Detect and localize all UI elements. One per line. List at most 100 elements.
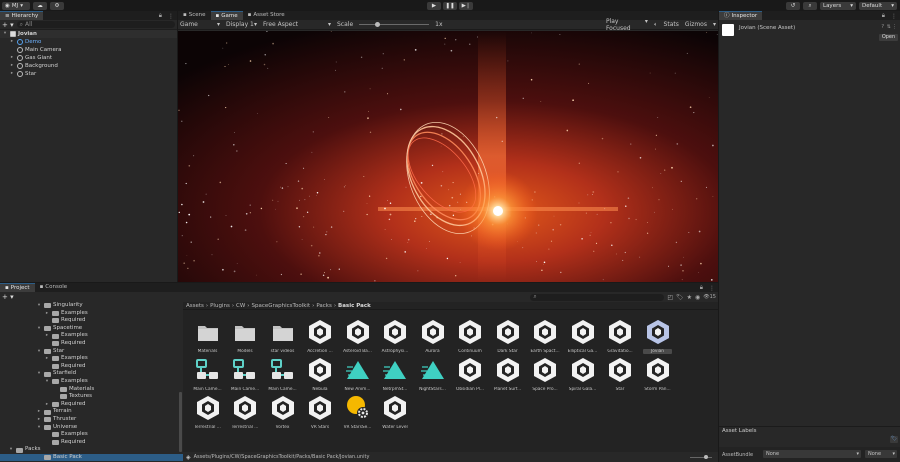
- tab-scene[interactable]: ▪ Scene: [178, 11, 211, 20]
- tree-item[interactable]: ▸ Examples: [0, 310, 183, 318]
- more-icon[interactable]: ⋮: [706, 285, 718, 292]
- tree-item[interactable]: ▾ Spacetime: [0, 325, 183, 333]
- sliders-icon[interactable]: ⇅: [887, 24, 891, 30]
- history-button[interactable]: ↺: [786, 1, 800, 10]
- tree-item[interactable]: Materials: [0, 386, 183, 394]
- expand-arrow-icon[interactable]: ▾: [44, 378, 50, 386]
- tab-inspector[interactable]: ⓘ Inspector: [719, 11, 763, 20]
- icon-size-slider[interactable]: [690, 455, 712, 459]
- asset-item[interactable]: Star: [602, 357, 639, 403]
- expand-arrow-icon[interactable]: ▸: [44, 310, 50, 318]
- tree-item[interactable]: ▾ Singularity: [0, 302, 183, 310]
- layers-dropdown[interactable]: Layers ▾: [820, 1, 856, 10]
- lock-icon[interactable]: 🔒︎: [879, 12, 888, 20]
- tree-item[interactable]: ▾ Star: [0, 348, 183, 356]
- project-search-field[interactable]: ⌕: [530, 293, 665, 301]
- aspect-dropdown[interactable]: Free Aspect ▾: [263, 21, 331, 28]
- expand-arrow-icon[interactable]: ▸: [9, 62, 15, 70]
- expand-arrow-icon[interactable]: ▾: [8, 446, 14, 454]
- mute-icon[interactable]: 🔈︎: [654, 21, 658, 29]
- filter-by-label-icon[interactable]: 🏷︎: [676, 294, 684, 301]
- expand-arrow-icon[interactable]: ▾: [36, 325, 42, 333]
- tree-item[interactable]: Required: [0, 317, 183, 325]
- expand-arrow-icon[interactable]: ▸: [9, 70, 15, 78]
- hierarchy-item[interactable]: ▸ Gas Giant: [0, 54, 177, 62]
- scale-slider[interactable]: [359, 21, 430, 28]
- asset-item[interactable]: NightStars...: [414, 357, 451, 403]
- layout-dropdown[interactable]: Default ▾: [859, 1, 897, 10]
- breadcrumb-item[interactable]: SpaceGraphicsToolkit: [252, 303, 311, 309]
- tree-item[interactable]: ▸ Terrain: [0, 408, 183, 416]
- stats-button[interactable]: Stats: [664, 21, 679, 28]
- more-icon[interactable]: ⋮: [892, 24, 897, 30]
- asset-item[interactable]: Space Pro...: [527, 357, 564, 403]
- label-icon[interactable]: 🏷︎: [890, 436, 898, 443]
- asset-item[interactable]: Spiral Gala...: [564, 357, 601, 403]
- chevron-down-icon[interactable]: ▾: [713, 21, 716, 28]
- variant-dropdown[interactable]: None ▾: [865, 450, 897, 458]
- tab-project[interactable]: ▪ Project: [0, 283, 35, 292]
- hierarchy-search-field[interactable]: ⌕ All: [16, 21, 175, 28]
- add-icon[interactable]: + ▾: [2, 21, 14, 29]
- tab-asset-store[interactable]: ▪ Asset Store: [243, 11, 290, 20]
- expand-arrow-icon[interactable]: ▸: [44, 401, 50, 409]
- account-dropdown[interactable]: ◉ MJ ▾: [2, 1, 30, 10]
- breadcrumb-item[interactable]: Packs: [316, 303, 332, 309]
- icon-size-slider-handle[interactable]: [704, 455, 708, 459]
- lock-icon[interactable]: 🔒︎: [697, 284, 706, 292]
- tree-item[interactable]: Required: [0, 363, 183, 371]
- asset-item[interactable]: Vortex: [264, 395, 301, 441]
- tree-item[interactable]: ▸ Examples: [0, 332, 183, 340]
- hierarchy-item[interactable]: ▸ Background: [0, 62, 177, 70]
- expand-arrow-icon[interactable]: ▸: [9, 54, 15, 62]
- tree-item[interactable]: ▾ Universe: [0, 424, 183, 432]
- pause-button[interactable]: ❚❚: [443, 1, 457, 10]
- expand-arrow-icon[interactable]: ▾: [36, 424, 42, 432]
- favorite-icon[interactable]: ★: [687, 294, 692, 301]
- tab-hierarchy[interactable]: ≡ Hierarchy: [0, 11, 44, 20]
- play-mode-dropdown[interactable]: Play Focused ▾: [606, 18, 648, 32]
- game-viewport[interactable]: [178, 31, 718, 282]
- add-icon[interactable]: + ▾: [2, 293, 14, 301]
- assetbundle-dropdown[interactable]: None ▾: [763, 450, 861, 458]
- breadcrumb-item[interactable]: CW: [236, 303, 245, 309]
- step-button[interactable]: ▶❘: [459, 1, 473, 10]
- open-button[interactable]: Open: [879, 34, 898, 41]
- breadcrumb-item[interactable]: Assets: [186, 303, 204, 309]
- tree-item[interactable]: ▸ Thruster: [0, 416, 183, 424]
- hierarchy-item[interactable]: ▾ Jovian: [0, 30, 177, 38]
- tree-item[interactable]: Basic Pack: [0, 453, 183, 462]
- asset-item[interactable]: Terrestrial ...: [227, 395, 264, 441]
- asset-item[interactable]: VR StarsSe...: [339, 395, 376, 441]
- expand-arrow-icon[interactable]: ▸: [44, 332, 50, 340]
- expand-arrow-icon[interactable]: ▸: [9, 38, 15, 46]
- expand-arrow-icon[interactable]: ▸: [44, 355, 50, 363]
- game-mode-dropdown[interactable]: Game ▾: [180, 21, 220, 28]
- expand-arrow-icon[interactable]: ▾: [36, 348, 42, 356]
- tree-item[interactable]: ▸ Examples: [0, 355, 183, 363]
- lock-icon[interactable]: 🔒︎: [156, 12, 165, 20]
- tree-item[interactable]: Textures: [0, 393, 183, 401]
- hierarchy-item[interactable]: Main Camera: [0, 46, 177, 54]
- expand-arrow-icon[interactable]: ▾: [36, 302, 42, 310]
- asset-item[interactable]: Water Level: [377, 395, 414, 441]
- expand-arrow-icon[interactable]: ▾: [2, 30, 8, 38]
- tab-console[interactable]: ▪ Console: [35, 283, 73, 292]
- filter-by-type-icon[interactable]: ◰: [667, 294, 673, 301]
- visibility-count[interactable]: 👁︎15: [703, 294, 716, 300]
- breadcrumb-item[interactable]: Basic Pack: [338, 303, 371, 309]
- play-button[interactable]: ▶: [427, 1, 441, 10]
- expand-arrow-icon[interactable]: ▾: [36, 370, 42, 378]
- expand-arrow-icon[interactable]: ▸: [36, 416, 42, 424]
- more-icon[interactable]: ⋮: [888, 13, 900, 20]
- search-button[interactable]: ⌕: [803, 1, 817, 10]
- help-icon[interactable]: ?: [881, 24, 884, 30]
- tab-game[interactable]: ▪ Game: [210, 11, 243, 20]
- asset-item[interactable]: Planet Surf...: [489, 357, 526, 403]
- tree-item[interactable]: Required: [0, 340, 183, 348]
- settings-button[interactable]: ⚙: [50, 1, 64, 10]
- cloud-button[interactable]: ☁: [33, 1, 47, 10]
- tree-item[interactable]: Examples: [0, 431, 183, 439]
- display-dropdown[interactable]: Display 1 ▾: [226, 21, 257, 28]
- more-icon[interactable]: ⋮: [165, 13, 177, 20]
